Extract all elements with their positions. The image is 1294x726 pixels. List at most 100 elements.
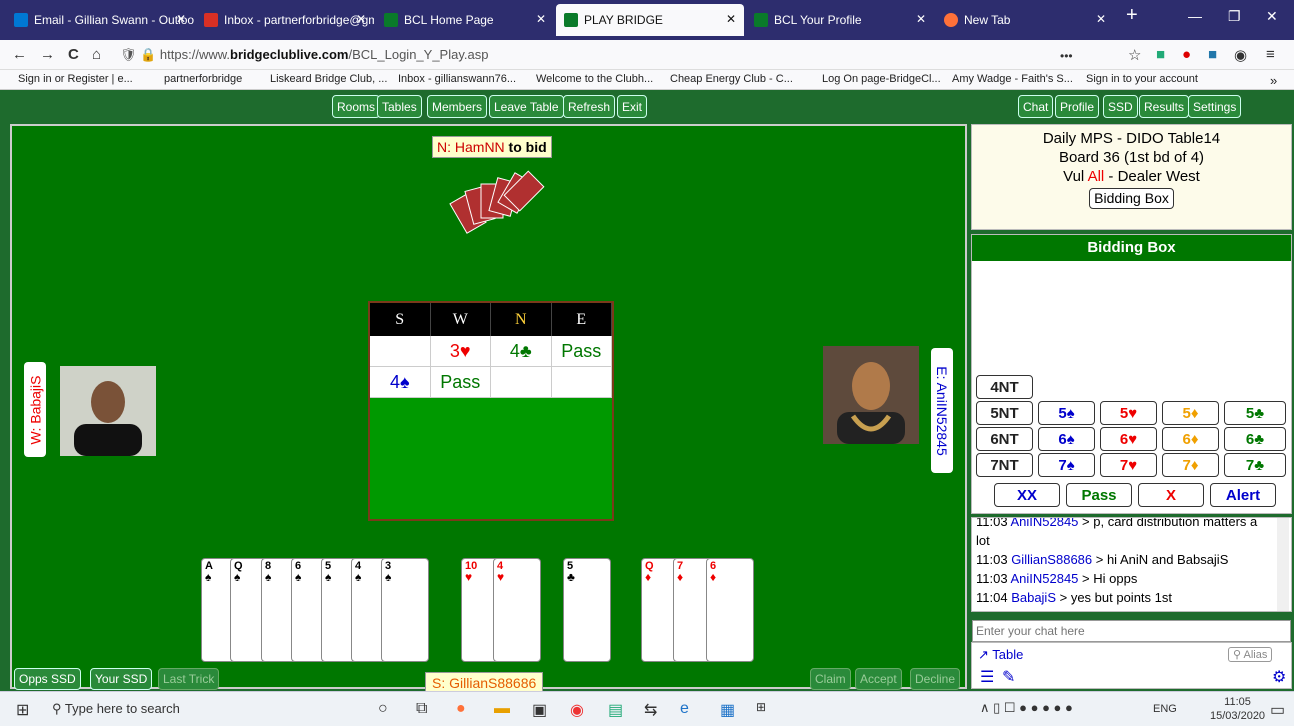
extension-icon[interactable]: ■ bbox=[1156, 46, 1165, 63]
opps-ssd-button[interactable]: Opps SSD bbox=[14, 668, 81, 690]
close-icon[interactable]: ✕ bbox=[536, 12, 546, 26]
home-icon[interactable]: ⌂ bbox=[92, 46, 101, 63]
claim-button[interactable]: Claim bbox=[810, 668, 851, 690]
adblock-icon[interactable]: ● bbox=[1182, 46, 1191, 63]
tab-bcl-profile[interactable]: BCL Your Profile ✕ bbox=[746, 4, 934, 36]
bid-7nt[interactable]: 7NT bbox=[976, 453, 1033, 477]
members-button[interactable]: Members bbox=[427, 95, 488, 118]
language-indicator[interactable]: ENG bbox=[1153, 703, 1177, 715]
bid-7s[interactable]: 7♠ bbox=[1038, 453, 1095, 477]
bid-7c[interactable]: 7♣ bbox=[1224, 453, 1286, 477]
bid-5c[interactable]: 5♣ bbox=[1224, 401, 1286, 425]
bookmark-item[interactable]: Amy Wadge - Faith's S... bbox=[952, 73, 1073, 85]
bookmark-item[interactable]: Cheap Energy Club - C... bbox=[670, 73, 793, 85]
ssd-button[interactable]: SSD bbox=[1103, 95, 1138, 118]
playing-card[interactable]: 5 ♣ bbox=[563, 558, 611, 662]
close-icon[interactable]: ✕ bbox=[176, 12, 186, 26]
back-icon[interactable]: ← bbox=[12, 46, 27, 63]
bid-6nt[interactable]: 6NT bbox=[976, 427, 1033, 451]
reload-icon[interactable]: C bbox=[68, 46, 79, 63]
tab-play-bridge[interactable]: PLAY BRIDGE ✕ bbox=[556, 4, 744, 36]
close-icon[interactable]: ✕ bbox=[726, 12, 736, 26]
bid-7h[interactable]: 7♥ bbox=[1100, 453, 1157, 477]
notifications-icon[interactable]: ▭ bbox=[1270, 700, 1285, 720]
gear-icon[interactable]: ⚙ bbox=[1272, 667, 1286, 687]
pass-button[interactable]: Pass bbox=[1066, 483, 1132, 507]
your-ssd-button[interactable]: Your SSD bbox=[90, 668, 153, 690]
bridge-app-icon[interactable]: ⊞ bbox=[756, 700, 766, 714]
bid-6h[interactable]: 6♥ bbox=[1100, 427, 1157, 451]
task-view-icon[interactable]: ⧉ bbox=[416, 700, 427, 718]
app-icon[interactable]: ▣ bbox=[532, 700, 547, 720]
rooms-button[interactable]: Rooms bbox=[332, 95, 381, 118]
menu-icon[interactable]: ≡ bbox=[1266, 46, 1275, 63]
bookmark-item[interactable]: Inbox - gillianswann76... bbox=[398, 73, 516, 85]
accept-button[interactable]: Accept bbox=[855, 668, 902, 690]
bid-7d[interactable]: 7♦ bbox=[1162, 453, 1219, 477]
table-chat-link[interactable]: ↗ Table bbox=[978, 647, 1023, 663]
list-icon[interactable]: ☰ bbox=[980, 667, 994, 687]
playing-card[interactable]: 6 ♦ bbox=[706, 558, 754, 662]
url-bar[interactable]: 🛡 🔒 https://www.bridgeclublive.com/BCL_L… bbox=[116, 44, 1046, 66]
bookmark-item[interactable]: Liskeard Bridge Club, ... bbox=[270, 73, 387, 85]
window-close-icon[interactable]: ✕ bbox=[1266, 8, 1278, 25]
tab-inbox[interactable]: Inbox - partnerforbridge@gm ✕ bbox=[196, 4, 374, 36]
chat-log[interactable]: 11:03 AniIN52845 > p, card distribution … bbox=[971, 517, 1292, 612]
bid-6d[interactable]: 6♦ bbox=[1162, 427, 1219, 451]
restore-icon[interactable]: ❐ bbox=[1228, 8, 1241, 25]
results-button[interactable]: Results bbox=[1139, 95, 1190, 118]
playing-card[interactable]: 3 ♠ bbox=[381, 558, 429, 662]
bookmark-item[interactable]: Sign in to your account bbox=[1086, 73, 1198, 85]
last-trick-button[interactable]: Last Trick bbox=[158, 668, 220, 690]
new-tab-icon[interactable]: + bbox=[1126, 4, 1138, 27]
firefox-taskbar-icon[interactable]: ● bbox=[456, 700, 466, 718]
redouble-button[interactable]: XX bbox=[994, 483, 1060, 507]
bid-6c[interactable]: 6♣ bbox=[1224, 427, 1286, 451]
bookmarks-overflow-icon[interactable]: » bbox=[1270, 73, 1277, 88]
playing-card[interactable]: 4 ♥ bbox=[493, 558, 541, 662]
cortana-icon[interactable]: ○ bbox=[378, 700, 388, 718]
system-tray-icons[interactable]: ∧ ▯ ☐ ● ● ● ● ● bbox=[980, 700, 1073, 716]
double-button[interactable]: X bbox=[1138, 483, 1204, 507]
bid-5d[interactable]: 5♦ bbox=[1162, 401, 1219, 425]
windows-start-icon[interactable]: ⊞ bbox=[16, 700, 29, 720]
bid-5nt[interactable]: 5NT bbox=[976, 401, 1033, 425]
tab-bcl-home[interactable]: BCL Home Page ✕ bbox=[376, 4, 554, 36]
alias-button[interactable]: ⚲ Alias bbox=[1228, 647, 1273, 662]
account-icon[interactable]: ◉ bbox=[1234, 46, 1247, 64]
forward-icon[interactable]: → bbox=[40, 46, 55, 63]
bidding-box-button[interactable]: Bidding Box bbox=[1089, 188, 1174, 209]
document-icon[interactable]: ▤ bbox=[608, 700, 623, 720]
bid-6s[interactable]: 6♠ bbox=[1038, 427, 1095, 451]
minimize-icon[interactable]: — bbox=[1188, 8, 1202, 24]
file-explorer-icon[interactable]: ▬ bbox=[494, 700, 510, 718]
close-icon[interactable]: ✕ bbox=[1096, 12, 1106, 26]
tab-new[interactable]: New Tab ✕ bbox=[936, 4, 1114, 36]
exit-button[interactable]: Exit bbox=[617, 95, 648, 118]
bookmark-star-icon[interactable]: ☆ bbox=[1128, 46, 1141, 64]
taskbar-search[interactable]: ⚲ Type here to search bbox=[52, 701, 180, 717]
bid-5s[interactable]: 5♠ bbox=[1038, 401, 1095, 425]
edit-icon[interactable]: ✎ bbox=[1002, 667, 1015, 687]
chat-button[interactable]: Chat bbox=[1018, 95, 1054, 118]
chat-scrollbar[interactable] bbox=[1277, 518, 1289, 611]
bookmark-item[interactable]: partnerforbridge bbox=[164, 73, 242, 85]
bid-5h[interactable]: 5♥ bbox=[1100, 401, 1157, 425]
bookmark-item[interactable]: Sign in or Register | e... bbox=[18, 73, 133, 85]
chat-input[interactable] bbox=[972, 620, 1291, 642]
chrome-icon[interactable]: ◉ bbox=[570, 700, 584, 720]
page-actions-icon[interactable]: ••• bbox=[1060, 49, 1073, 63]
settings-button[interactable]: Settings bbox=[1188, 95, 1242, 118]
clock[interactable]: 11:05 15/03/2020 bbox=[1210, 695, 1265, 723]
bid-4nt[interactable]: 4NT bbox=[976, 375, 1033, 399]
refresh-button[interactable]: Refresh bbox=[563, 95, 616, 118]
close-icon[interactable]: ✕ bbox=[916, 12, 926, 26]
tab-email[interactable]: Email - Gillian Swann - Outloo ✕ bbox=[6, 4, 194, 36]
bookmark-item[interactable]: Log On page-BridgeCl... bbox=[822, 73, 941, 85]
bookmark-item[interactable]: Welcome to the Clubh... bbox=[536, 73, 653, 85]
extension-s-icon[interactable]: ■ bbox=[1208, 46, 1217, 63]
close-icon[interactable]: ✕ bbox=[356, 12, 366, 26]
leave-table-button[interactable]: Leave Table bbox=[489, 95, 564, 118]
tables-button[interactable]: Tables bbox=[377, 95, 422, 118]
transfer-icon[interactable]: ⇆ bbox=[644, 700, 657, 720]
